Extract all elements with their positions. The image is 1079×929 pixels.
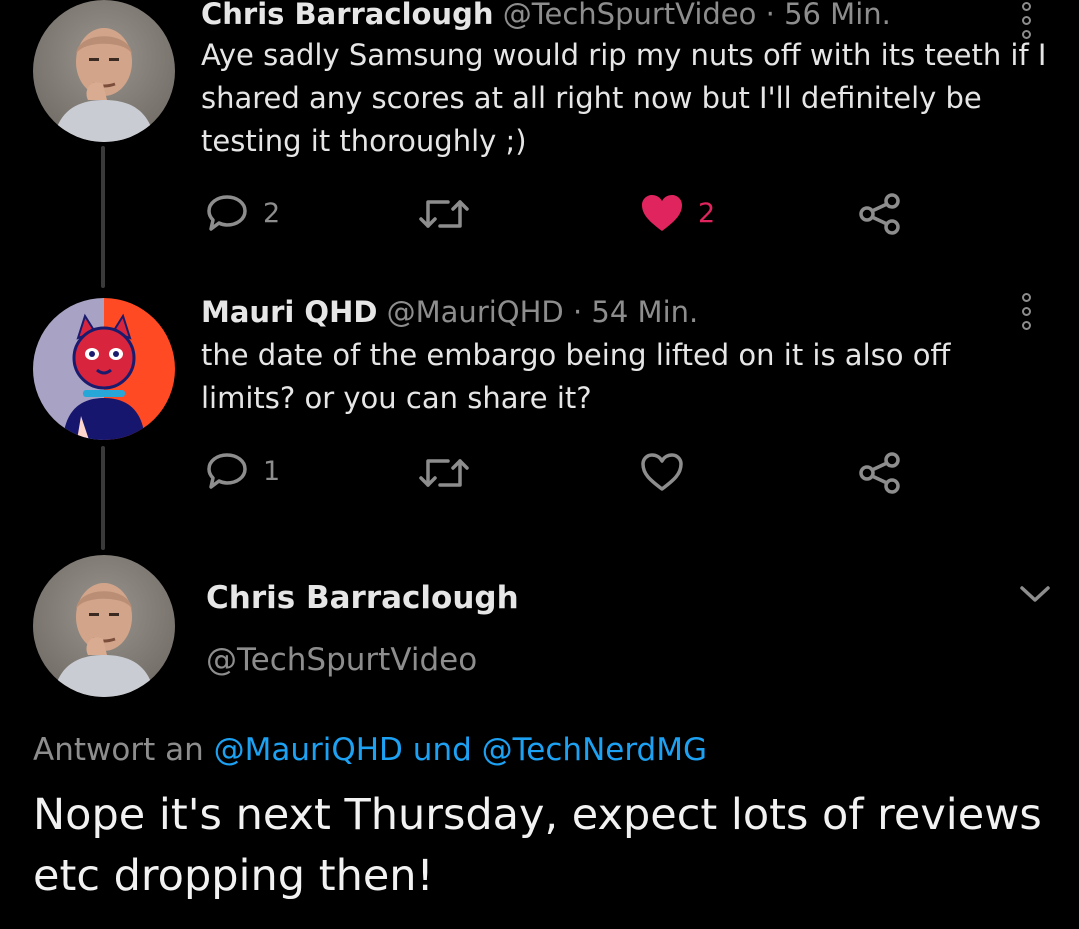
more-vertical-icon[interactable] bbox=[1015, 293, 1037, 330]
reply-context: Antwort an @MauriQHD und @TechNerdMG bbox=[33, 732, 707, 768]
tweet-header: Mauri QHD @MauriQHD · 54 Min. bbox=[201, 298, 698, 327]
heart-icon bbox=[641, 453, 683, 491]
avatar-cat-illustration bbox=[33, 298, 175, 440]
reply-prefix: Antwort an bbox=[33, 732, 204, 768]
like-button[interactable] bbox=[640, 452, 684, 492]
like-count: 2 bbox=[698, 197, 716, 229]
retweet-icon bbox=[419, 200, 469, 228]
tweet-time[interactable]: 56 Min. bbox=[784, 0, 891, 31]
author-name[interactable]: Mauri QHD bbox=[201, 295, 377, 329]
reply-button[interactable]: 2 bbox=[205, 193, 280, 233]
avatar[interactable] bbox=[33, 555, 175, 697]
avatar[interactable] bbox=[33, 0, 175, 142]
author-handle[interactable]: @TechSpurtVideo bbox=[206, 642, 477, 678]
retweet-button[interactable] bbox=[418, 196, 470, 232]
tweet-thread-screen: Chris Barraclough @TechSpurtVideo · 56 M… bbox=[0, 0, 1079, 929]
reply-count: 2 bbox=[263, 197, 281, 229]
share-icon bbox=[859, 452, 900, 494]
heart-icon bbox=[642, 195, 682, 231]
avatar[interactable] bbox=[33, 298, 175, 440]
retweet-icon bbox=[419, 459, 469, 487]
author-name[interactable]: Chris Barraclough bbox=[201, 0, 493, 31]
like-button[interactable]: 2 bbox=[640, 193, 715, 233]
thread-line bbox=[101, 446, 105, 550]
chevron-down-icon[interactable] bbox=[1018, 582, 1052, 606]
separator-dot: · bbox=[765, 0, 775, 31]
share-icon bbox=[859, 193, 900, 235]
tweet-text: the date of the embargo being lifted on … bbox=[201, 338, 951, 415]
tweet-header: Chris Barraclough @TechSpurtVideo · 56 M… bbox=[201, 0, 891, 29]
reply-conjunction: und bbox=[412, 732, 472, 768]
mention-link[interactable]: @MauriQHD bbox=[214, 732, 403, 768]
speech-bubble-icon bbox=[207, 453, 247, 489]
separator-dot: · bbox=[572, 295, 583, 329]
share-button[interactable] bbox=[858, 192, 902, 236]
retweet-button[interactable] bbox=[418, 455, 470, 491]
speech-bubble-icon bbox=[207, 195, 247, 231]
main-tweet-text: Nope it's next Thursday, expect lots of … bbox=[33, 790, 1042, 901]
tweet-time[interactable]: 54 Min. bbox=[591, 295, 698, 329]
avatar-photo bbox=[33, 555, 175, 697]
author-handle[interactable]: @MauriQHD bbox=[387, 295, 564, 329]
thread-line bbox=[101, 146, 105, 288]
mention-link[interactable]: @TechNerdMG bbox=[482, 732, 707, 768]
reply-button[interactable]: 1 bbox=[205, 451, 280, 491]
share-button[interactable] bbox=[858, 451, 902, 495]
author-name[interactable]: Chris Barraclough bbox=[206, 580, 519, 616]
reply-count: 1 bbox=[263, 455, 281, 487]
tweet-text: Aye sadly Samsung would rip my nuts off … bbox=[201, 38, 1047, 158]
avatar-photo bbox=[33, 0, 175, 142]
author-handle[interactable]: @TechSpurtVideo bbox=[503, 0, 757, 31]
